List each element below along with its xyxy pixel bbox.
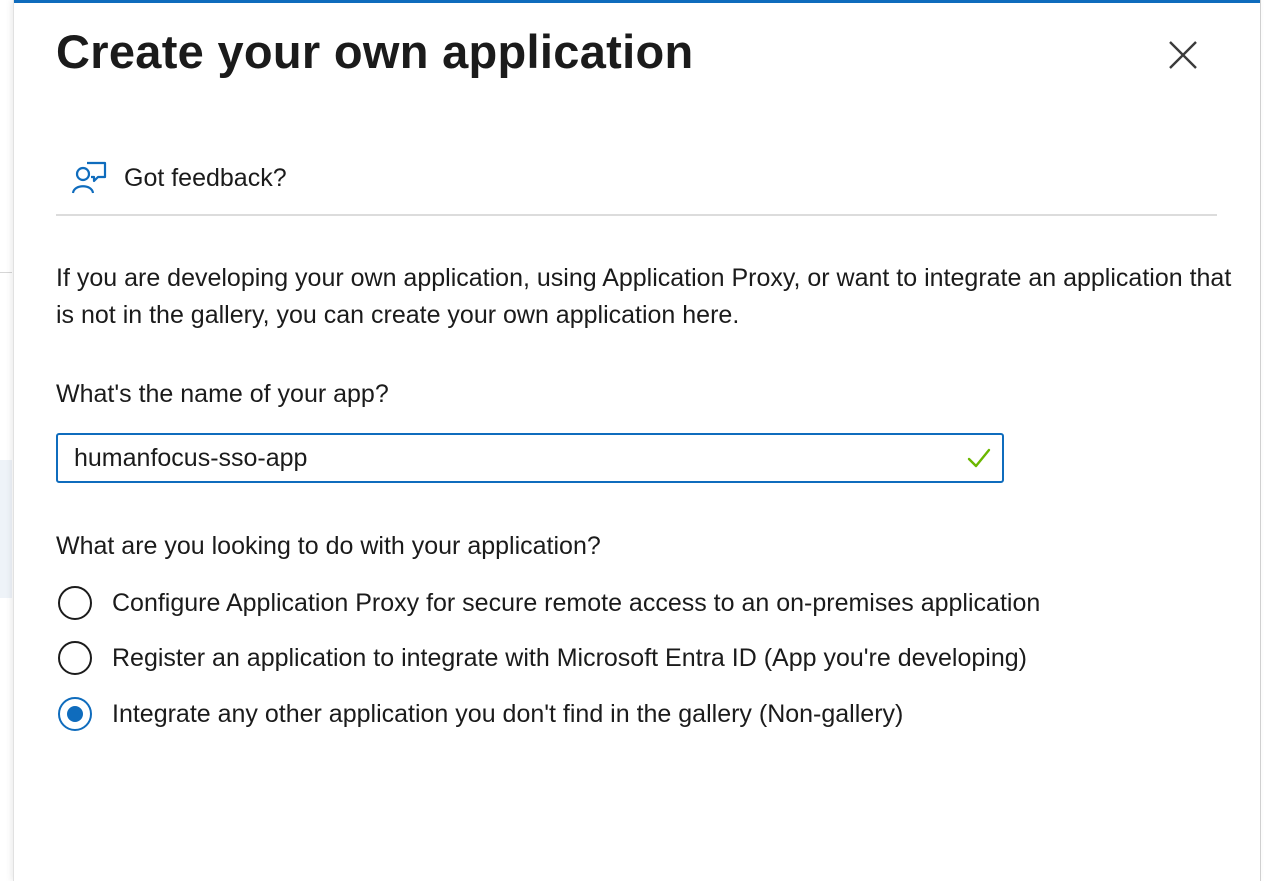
radio-selected-dot [67,706,83,722]
radio-option-non-gallery[interactable]: Integrate any other application you don'… [58,694,903,734]
radio-button[interactable] [58,641,92,675]
background-divider [0,272,12,273]
close-icon [1169,41,1197,69]
close-button[interactable] [1164,36,1202,74]
feedback-person-icon [71,161,107,194]
checkmark-icon [967,448,991,468]
radio-option-app-proxy[interactable]: Configure Application Proxy for secure r… [58,583,1040,623]
radio-button[interactable] [58,586,92,620]
header-divider [56,214,1217,216]
background-page [0,0,14,881]
feedback-label: Got feedback? [124,163,287,192]
intro-text: If you are developing your own applicati… [56,264,1232,329]
purpose-label: What are you looking to do with your app… [56,532,601,560]
app-name-label: What's the name of your app? [56,380,389,408]
panel-top-accent [14,0,1260,3]
app-name-input[interactable] [74,435,934,481]
radio-label: Configure Application Proxy for secure r… [112,588,1041,617]
radio-label: Integrate any other application you don'… [112,699,904,728]
app-name-field-container [56,433,1004,483]
feedback-link[interactable]: Got feedback? [70,156,287,200]
background-highlight [0,460,12,598]
radio-button-selected[interactable] [58,697,92,731]
radio-option-register-app[interactable]: Register an application to integrate wit… [58,638,1027,678]
create-app-panel: Create your own application Got feedback… [13,0,1261,881]
radio-label: Register an application to integrate wit… [112,643,1027,672]
panel-title: Create your own application [56,25,694,78]
